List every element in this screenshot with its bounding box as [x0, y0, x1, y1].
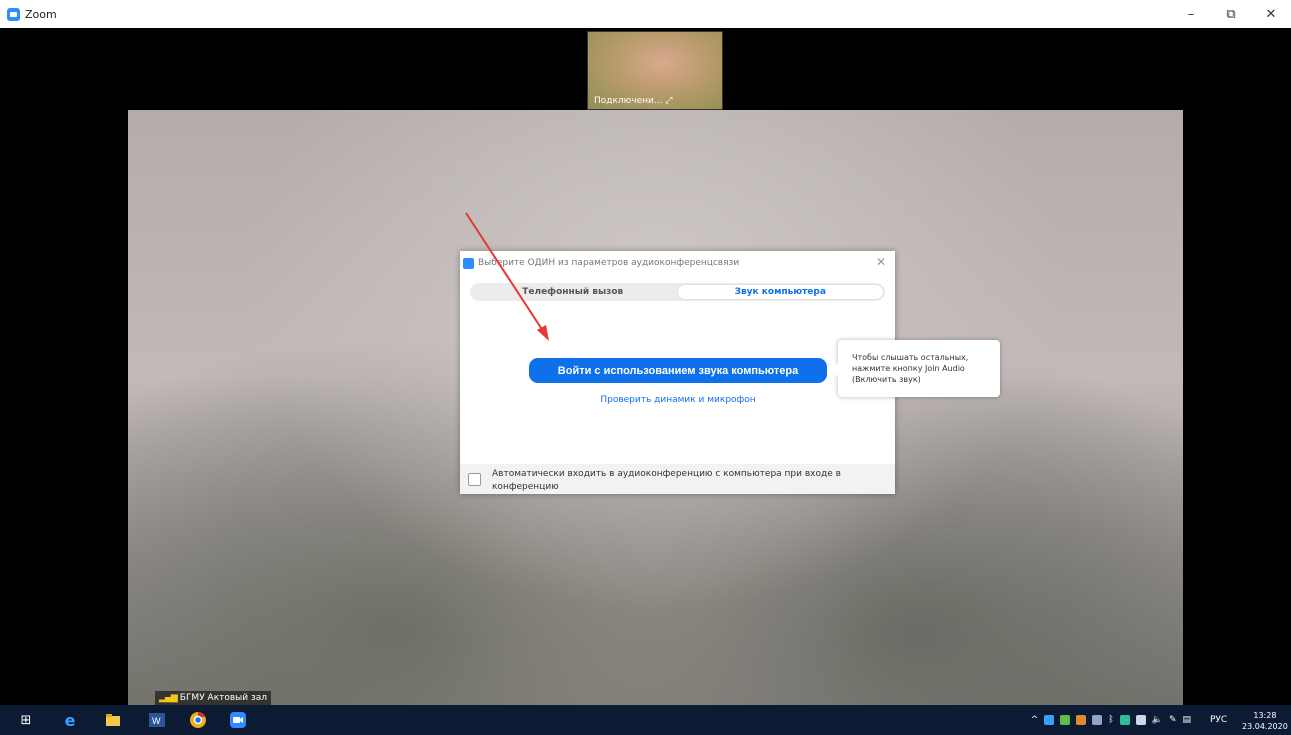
- svg-text:W: W: [152, 716, 161, 726]
- thumbnail-label: Подключени... ⤢: [594, 96, 673, 106]
- clock-date: 23.04.2020: [1242, 722, 1288, 731]
- title-bar: Zoom – ⧉ ✕: [0, 0, 1291, 28]
- audio-tabs: Телефонный вызов Звук компьютера: [470, 283, 885, 301]
- pen-icon[interactable]: ✎: [1169, 715, 1177, 725]
- word-icon[interactable]: W: [149, 712, 165, 728]
- tray-app-icon[interactable]: [1119, 715, 1130, 725]
- minimize-button[interactable]: –: [1171, 0, 1211, 28]
- window-title: Zoom: [25, 7, 57, 21]
- windows-taskbar: ⊞ e W ^ ᛒ 🔈 ✎ ▤ РУС 13:28 23.04.2020: [0, 705, 1291, 735]
- zoom-app-icon: [7, 7, 20, 21]
- clock[interactable]: 13:28 23.04.2020: [1242, 710, 1288, 732]
- dialog-header: Выберите ОДИН из параметров аудиоконфере…: [460, 251, 895, 275]
- input-language[interactable]: РУС: [1210, 715, 1227, 725]
- tray-app-icon[interactable]: [1060, 715, 1071, 725]
- auto-join-label: Автоматически входить в аудиоконференцию…: [492, 469, 841, 492]
- dialog-footer: Автоматически входить в аудиоконференцию…: [460, 464, 895, 494]
- chevron-up-icon[interactable]: ^: [1031, 715, 1039, 725]
- zoom-dialog-icon: [463, 257, 474, 269]
- dialog-title: Выберите ОДИН из параметров аудиоконфере…: [478, 258, 740, 268]
- volume-icon[interactable]: 🔈: [1152, 715, 1163, 725]
- close-window-button[interactable]: ✕: [1251, 0, 1291, 28]
- signal-bars-icon: ▂▄▆: [159, 693, 178, 703]
- join-computer-audio-button[interactable]: Войти с использованием звука компьютера: [529, 358, 827, 383]
- bluetooth-icon[interactable]: ᛒ: [1108, 715, 1113, 725]
- dialog-close-button[interactable]: ✕: [876, 255, 886, 269]
- chrome-icon[interactable]: [190, 712, 206, 728]
- auto-join-checkbox[interactable]: [468, 473, 481, 486]
- tab-computer-audio[interactable]: Звук компьютера: [676, 284, 884, 300]
- participant-thumbnail[interactable]: Подключени... ⤢: [587, 31, 723, 110]
- keyboard-icon[interactable]: ▤: [1182, 715, 1191, 725]
- tooltip-text: Чтобы слышать остальных, нажмите кнопку …: [852, 353, 969, 384]
- audio-join-dialog: Выберите ОДИН из параметров аудиоконфере…: [460, 251, 895, 494]
- system-tray: ^ ᛒ 🔈 ✎ ▤: [1031, 705, 1191, 735]
- restore-button[interactable]: ⧉: [1211, 0, 1251, 28]
- test-speaker-mic-link[interactable]: Проверить динамик и микрофон: [460, 395, 896, 405]
- edge-browser-icon[interactable]: e: [62, 711, 78, 730]
- battery-icon[interactable]: [1135, 715, 1146, 725]
- file-explorer-icon[interactable]: [105, 712, 121, 728]
- participant-name-label: ▂▄▆ БГМУ Актовый зал: [155, 691, 272, 705]
- tray-app-icon[interactable]: [1092, 715, 1103, 725]
- tab-phone-call[interactable]: Телефонный вызов: [470, 283, 676, 301]
- join-audio-tooltip: Чтобы слышать остальных, нажмите кнопку …: [831, 340, 1000, 397]
- windows-start-icon[interactable]: ⊞: [18, 712, 34, 728]
- tray-app-icon[interactable]: [1044, 715, 1055, 725]
- clock-time: 13:28: [1253, 711, 1277, 720]
- participant-name: БГМУ Актовый зал: [179, 693, 268, 703]
- zoom-taskbar-icon[interactable]: [230, 712, 246, 728]
- tray-app-icon[interactable]: [1076, 715, 1087, 725]
